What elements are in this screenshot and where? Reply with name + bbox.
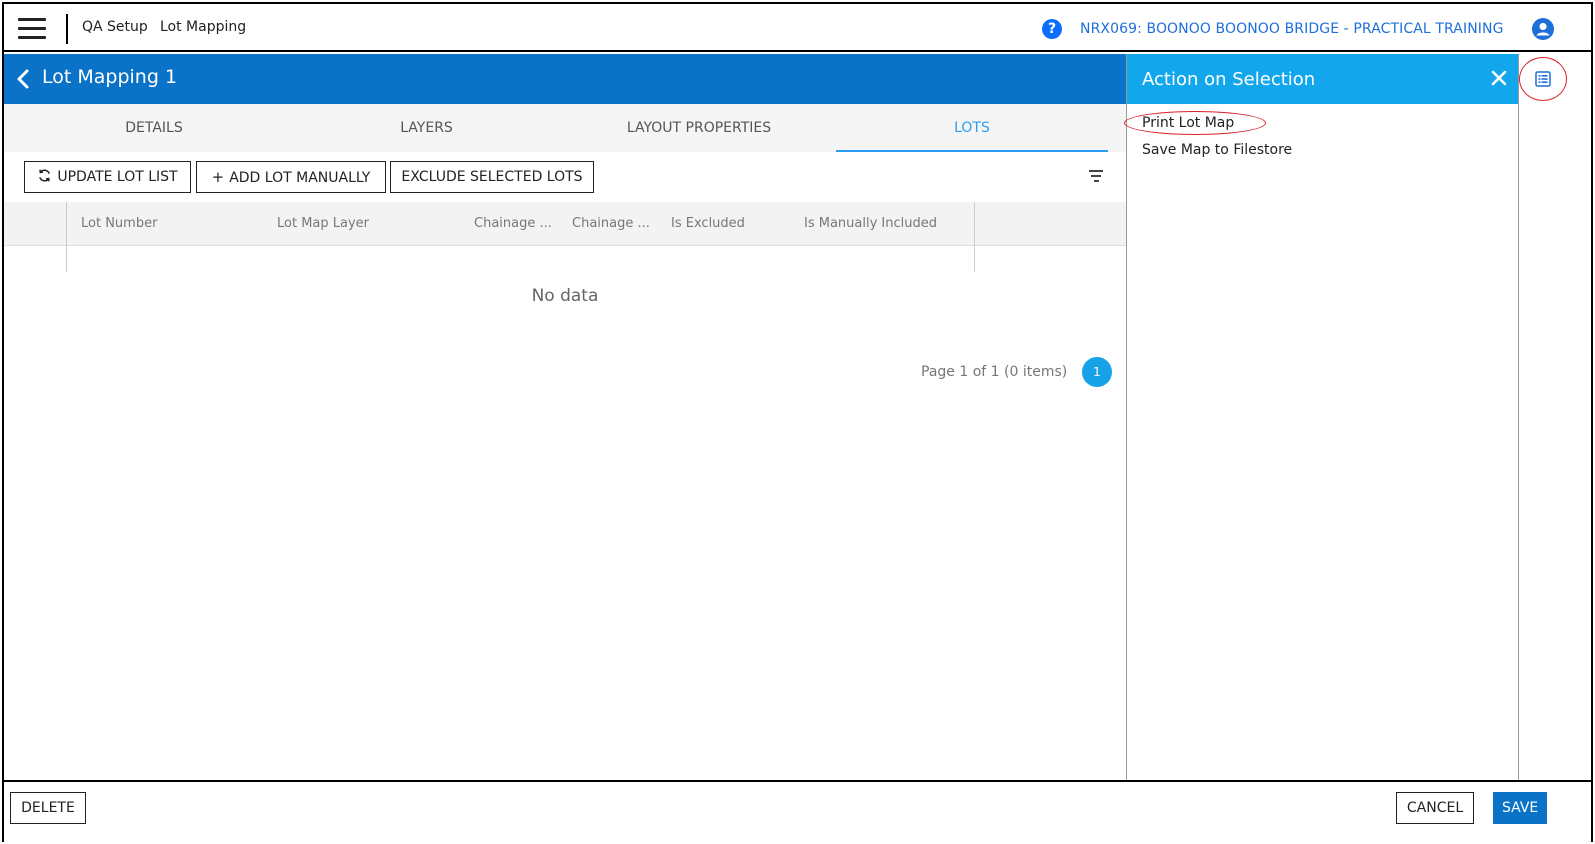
user-avatar-icon[interactable] xyxy=(1532,18,1554,40)
plus-icon: + xyxy=(211,168,225,186)
divider xyxy=(66,14,68,44)
row-divider xyxy=(66,246,67,272)
breadcrumb-lot-mapping[interactable]: Lot Mapping xyxy=(160,19,246,35)
add-lot-manually-button[interactable]: + ADD LOT MANUALLY xyxy=(196,161,386,193)
column-header-is-manually-included[interactable]: Is Manually Included xyxy=(804,216,937,231)
close-icon[interactable] xyxy=(1489,68,1509,88)
save-button[interactable]: SAVE xyxy=(1493,792,1547,824)
action-list-icon[interactable] xyxy=(1535,71,1551,87)
help-icon[interactable]: ? xyxy=(1042,19,1062,39)
tab-layout-properties[interactable]: LAYOUT PROPERTIES xyxy=(549,104,849,152)
update-lot-list-button[interactable]: UPDATE LOT LIST xyxy=(24,161,191,193)
refresh-icon xyxy=(39,169,51,182)
grid-toolbar: UPDATE LOT LIST + ADD LOT MANUALLY EXCLUD… xyxy=(4,152,1126,202)
filter-icon[interactable] xyxy=(1088,170,1104,184)
column-divider xyxy=(974,202,975,246)
breadcrumb-qa-setup[interactable]: QA Setup xyxy=(82,19,148,35)
action-print-lot-map[interactable]: Print Lot Map xyxy=(1142,115,1234,131)
column-header-lot-map-layer[interactable]: Lot Map Layer xyxy=(277,216,369,231)
pager-summary: Page 1 of 1 (0 items) xyxy=(921,364,1068,380)
tab-lots[interactable]: LOTS xyxy=(836,104,1108,152)
grid-header: Lot Number Lot Map Layer Chainage ... Ch… xyxy=(4,202,1126,246)
action-save-map-to-filestore[interactable]: Save Map to Filestore xyxy=(1142,142,1292,158)
back-chevron-icon[interactable] xyxy=(14,68,34,90)
exclude-selected-lots-button[interactable]: EXCLUDE SELECTED LOTS xyxy=(390,161,594,193)
right-rail xyxy=(1518,54,1591,782)
add-lot-manually-label: ADD LOT MANUALLY xyxy=(229,170,371,186)
cancel-button[interactable]: CANCEL xyxy=(1396,792,1474,824)
page-title: Lot Mapping 1 xyxy=(42,66,178,88)
footer-bar: DELETE CANCEL SAVE xyxy=(4,780,1591,842)
exclude-selected-lots-label: EXCLUDE SELECTED LOTS xyxy=(401,169,583,185)
column-header-is-excluded[interactable]: Is Excluded xyxy=(671,216,745,231)
action-panel: Action on Selection Print Lot Map Save M… xyxy=(1124,54,1519,782)
page-button-current[interactable]: 1 xyxy=(1082,357,1112,387)
column-header-chainage-from[interactable]: Chainage ... xyxy=(474,216,552,231)
action-panel-title: Action on Selection xyxy=(1142,69,1316,90)
action-panel-header: Action on Selection xyxy=(1127,54,1519,104)
tab-details[interactable]: DETAILS xyxy=(4,104,304,152)
app-window: QA Setup Lot Mapping ? NRX069: BOONOO BO… xyxy=(2,2,1593,842)
top-bar: QA Setup Lot Mapping ? NRX069: BOONOO BO… xyxy=(4,4,1591,52)
empty-grid-message: No data xyxy=(531,286,599,306)
update-lot-list-label: UPDATE LOT LIST xyxy=(57,169,178,185)
tab-layers[interactable]: LAYERS xyxy=(304,104,549,152)
menu-icon[interactable] xyxy=(18,18,46,39)
tab-bar: DETAILS LAYERS LAYOUT PROPERTIES LOTS xyxy=(4,104,1126,152)
column-header-lot-number[interactable]: Lot Number xyxy=(81,216,157,231)
delete-button[interactable]: DELETE xyxy=(10,792,86,824)
page-header: Lot Mapping 1 xyxy=(4,54,1126,104)
row-divider xyxy=(974,246,975,272)
column-divider xyxy=(66,202,67,246)
column-header-chainage-to[interactable]: Chainage ... xyxy=(572,216,650,231)
project-name[interactable]: NRX069: BOONOO BOONOO BRIDGE - PRACTICAL… xyxy=(1080,21,1504,37)
